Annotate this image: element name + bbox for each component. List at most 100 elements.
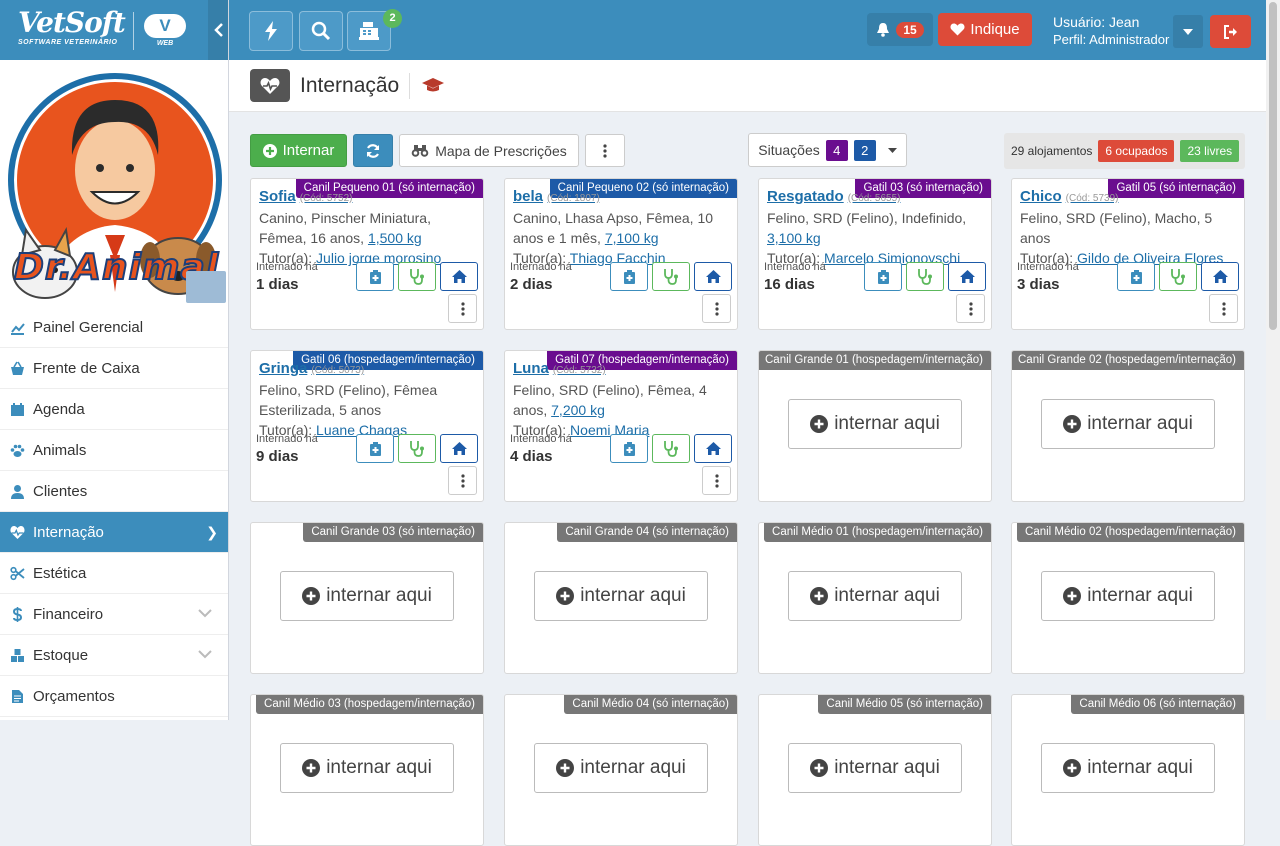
internar-aqui-label: internar aqui — [580, 585, 686, 606]
prescription-button[interactable] — [1117, 262, 1155, 291]
stethoscope-icon — [410, 269, 424, 285]
refresh-button[interactable] — [353, 134, 393, 167]
medkit-icon — [623, 441, 635, 456]
consultation-button[interactable] — [1159, 262, 1197, 291]
lodging-home-button[interactable] — [694, 434, 732, 463]
lodging-home-button[interactable] — [440, 434, 478, 463]
card-more-button[interactable] — [448, 466, 477, 495]
internar-button[interactable]: Internar — [250, 134, 347, 167]
patient-name-link[interactable]: Resgatado (Cód: 5655) — [767, 188, 901, 205]
sidebar-item-clientes[interactable]: Clientes — [0, 471, 228, 512]
lodging-tag: Canil Médio 05 (só internação) — [818, 695, 991, 714]
internar-aqui-button[interactable]: internar aqui — [1041, 399, 1215, 449]
patient-weight-link[interactable]: 7,100 kg — [605, 230, 659, 246]
alojamentos-count: 29 alojamentos — [1011, 144, 1093, 158]
sidebar-item-internacao[interactable]: Internação ❯ — [0, 512, 228, 553]
file-icon — [12, 689, 23, 703]
lodging-home-button[interactable] — [694, 262, 732, 291]
sidebar-item-animals[interactable]: Animals — [0, 430, 228, 471]
prescription-button[interactable] — [356, 262, 394, 291]
internar-aqui-button[interactable]: internar aqui — [788, 399, 962, 449]
patient-name-link[interactable]: Luna (Cód: 5732) — [513, 360, 606, 377]
consultation-button[interactable] — [652, 262, 690, 291]
internar-aqui-button[interactable]: internar aqui — [280, 743, 454, 793]
patient-info: Felino, SRD (Felino), Indefinido, — [767, 210, 967, 226]
sidebar-item-estetica[interactable]: Estética — [0, 553, 228, 594]
logo-overlay-button[interactable] — [186, 271, 226, 303]
sidebar-item-orcamentos[interactable]: Orçamentos — [0, 676, 228, 717]
ellipsis-vertical-icon — [714, 473, 719, 488]
internar-aqui-button[interactable]: internar aqui — [1041, 743, 1215, 793]
days-count: 2 dias — [510, 276, 553, 293]
internar-aqui-button[interactable]: internar aqui — [280, 571, 454, 621]
lodging-home-button[interactable] — [1201, 262, 1239, 291]
patient-weight-link[interactable]: 7,200 kg — [551, 402, 605, 418]
patient-description: Canino, Lhasa Apso, Fêmea, 10 anos e 1 m… — [513, 208, 731, 248]
basket-icon — [11, 361, 24, 375]
plus-circle-icon — [556, 759, 575, 777]
search-button[interactable] — [299, 11, 343, 51]
internar-aqui-button[interactable]: internar aqui — [534, 743, 708, 793]
card-more-button[interactable] — [702, 294, 731, 323]
consultation-button[interactable] — [398, 434, 436, 463]
brand-logo[interactable]: VetSoft SOFTWARE VETERINÁRIO — [18, 8, 126, 47]
sidebar: VetSoft SOFTWARE VETERINÁRIO V WEB Dr.An… — [0, 0, 229, 720]
patient-name-link[interactable]: bela (Cód: 1807) — [513, 188, 600, 205]
situacoes-dropdown[interactable]: Situações 4 2 — [748, 133, 907, 167]
lodging-home-button[interactable] — [440, 262, 478, 291]
prescription-button[interactable] — [610, 262, 648, 291]
help-tutorial-button[interactable] — [421, 76, 445, 99]
plus-circle-icon — [302, 587, 321, 605]
scrollbar-thumb[interactable] — [1269, 2, 1277, 330]
quick-action-button[interactable] — [249, 11, 293, 51]
days-count: 16 dias — [764, 276, 815, 293]
logout-button[interactable] — [1210, 15, 1251, 48]
plus-circle-icon — [810, 415, 829, 433]
sidebar-item-frente-de-caixa[interactable]: Frente de Caixa — [0, 348, 228, 389]
cash-register-button[interactable]: 2 — [347, 9, 402, 51]
card-more-button[interactable] — [448, 294, 477, 323]
notifications-button[interactable]: 15 — [867, 13, 933, 46]
consultation-button[interactable] — [906, 262, 944, 291]
notifications-count: 15 — [896, 21, 924, 38]
page-header: Internação — [229, 60, 1266, 112]
internar-aqui-button[interactable]: internar aqui — [534, 571, 708, 621]
patient-code: (Cód: 1807) — [547, 193, 600, 204]
internar-aqui-label: internar aqui — [326, 757, 432, 778]
sidebar-item-financeiro[interactable]: Financeiro — [0, 594, 228, 635]
internar-aqui-button[interactable]: internar aqui — [788, 571, 962, 621]
consultation-button[interactable] — [652, 434, 690, 463]
scissors-icon — [10, 566, 25, 580]
sidebar-collapse-button[interactable] — [208, 0, 228, 60]
internar-aqui-button[interactable]: internar aqui — [788, 743, 962, 793]
user-menu-toggle[interactable] — [1173, 15, 1203, 48]
prescription-button[interactable] — [864, 262, 902, 291]
lodging-home-button[interactable] — [948, 262, 986, 291]
card-more-button[interactable] — [956, 294, 985, 323]
mapa-prescricoes-button[interactable]: Mapa de Prescrições — [399, 134, 579, 167]
more-options-button[interactable] — [585, 134, 625, 167]
sidebar-item-agenda[interactable]: Agenda — [0, 389, 228, 430]
internar-aqui-button[interactable]: internar aqui — [1041, 571, 1215, 621]
patient-weight-link[interactable]: 3,100 kg — [767, 230, 821, 246]
patient-weight-link[interactable]: 1,500 kg — [368, 230, 422, 246]
livres-badge: 23 livres — [1180, 140, 1240, 162]
topbar: 2 15 Indique Usuário: Jean Perfil: Admin… — [229, 0, 1266, 60]
sidebar-item-painel-gerencial[interactable]: Painel Gerencial — [0, 307, 228, 348]
card-more-button[interactable] — [702, 466, 731, 495]
patient-name-link[interactable]: Sofia (Cód: 5752) — [259, 188, 353, 205]
prescription-button[interactable] — [356, 434, 394, 463]
chevron-left-icon — [213, 23, 223, 37]
dollar-icon — [12, 606, 23, 622]
patient-name-link[interactable]: Gringa (Cód: 5073) — [259, 360, 364, 377]
prescription-button[interactable] — [610, 434, 648, 463]
card-more-button[interactable] — [1209, 294, 1238, 323]
sidebar-item-estoque[interactable]: Estoque — [0, 635, 228, 676]
clinic-logo: Dr.Animal — [0, 60, 228, 307]
consultation-button[interactable] — [398, 262, 436, 291]
page-scrollbar[interactable] — [1266, 0, 1280, 720]
indique-button[interactable]: Indique — [938, 13, 1032, 46]
patient-name-link[interactable]: Chico (Cód: 5739) — [1020, 188, 1118, 205]
medkit-icon — [1130, 269, 1142, 284]
patient-code: (Cód: 5732) — [552, 365, 606, 376]
